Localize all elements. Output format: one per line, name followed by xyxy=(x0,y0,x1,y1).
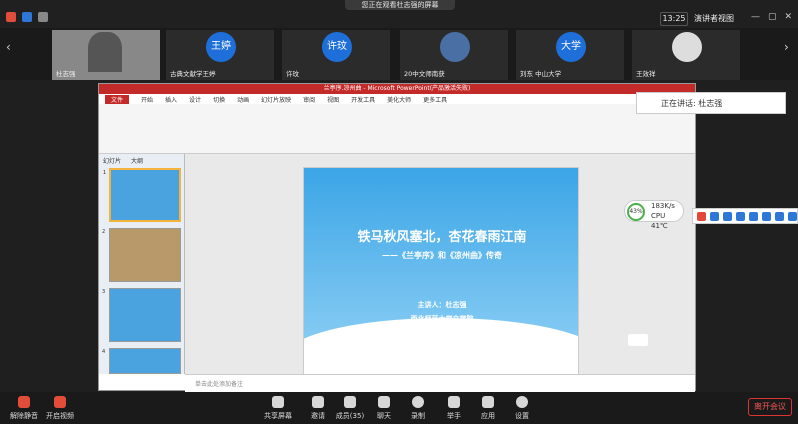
settings-button[interactable]: 设置 xyxy=(500,396,544,421)
menu-slideshow[interactable]: 幻灯片放映 xyxy=(261,95,291,104)
participant-tile[interactable]: 王效祥 xyxy=(632,30,740,80)
slide-canvas: 铁马秋风塞北，杏花春雨江南 ——《兰亭序》和《凉州曲》传奇 主讲人：杜志强 西北… xyxy=(185,154,695,375)
mic-icon[interactable] xyxy=(749,211,758,221)
ppt-title-bar: 兰亭序.凉州曲 - Microsoft PowerPoint(产品激活失败) xyxy=(99,84,695,94)
camera-off-icon xyxy=(54,396,66,408)
slide-thumb[interactable]: 2 xyxy=(102,228,181,282)
cpu-percent: 43% xyxy=(627,203,645,221)
avatar: 王婷 xyxy=(206,32,236,62)
alert-icon[interactable] xyxy=(6,12,16,22)
shirt-icon[interactable] xyxy=(775,211,784,221)
menu-transitions[interactable]: 切换 xyxy=(213,95,225,104)
input-method-toolbar xyxy=(692,208,798,224)
close-icon[interactable]: ✕ xyxy=(784,12,792,22)
tab-outline[interactable]: 大纲 xyxy=(131,156,143,165)
participant-name: 杜志强 xyxy=(56,70,76,78)
emoji-icon[interactable] xyxy=(736,211,745,221)
hand-icon xyxy=(448,396,460,408)
participant-tile[interactable]: 20中文师南获 xyxy=(400,30,508,80)
sogou-icon[interactable] xyxy=(697,211,706,221)
video-button[interactable]: 开启视频 xyxy=(38,396,82,421)
members-icon xyxy=(344,396,356,408)
shared-powerpoint-window: 兰亭序.凉州曲 - Microsoft PowerPoint(产品激活失败) 文… xyxy=(98,83,696,392)
invite-icon xyxy=(312,396,324,408)
slide-title: 铁马秋风塞北，杏花春雨江南 xyxy=(357,230,527,245)
slide-thumb[interactable]: 4 xyxy=(102,348,181,374)
grid-icon[interactable] xyxy=(788,211,797,221)
avatar xyxy=(440,32,470,62)
slide-thumbnail-pane: 幻灯片 大纲 1 2 3 4 xyxy=(99,154,185,374)
menu-home[interactable]: 开始 xyxy=(141,95,153,104)
avatar: 大学 xyxy=(556,32,586,62)
cpu-monitor-widget[interactable]: 43% 183K/s CPU 41℃ xyxy=(624,200,684,230)
slide-affiliation: 西北师范大学文学院 xyxy=(410,314,474,323)
menu-view[interactable]: 视图 xyxy=(327,95,339,104)
participant-tile[interactable]: 许玟 许玟 xyxy=(282,30,390,80)
speaking-indicator: 正在讲话: 杜志强 xyxy=(636,92,786,114)
participant-name: 刘东 中山大学 xyxy=(520,70,562,78)
current-slide[interactable]: 铁马秋风塞北，杏花春雨江南 ——《兰亭序》和《凉州曲》传奇 主讲人：杜志强 西北… xyxy=(303,167,579,375)
thumb-tabs: 幻灯片 大纲 xyxy=(103,156,143,165)
ppt-ribbon xyxy=(99,104,695,154)
meeting-time: 13:25 xyxy=(660,12,688,26)
notes-pane[interactable]: 单击此处添加备注 xyxy=(185,374,695,392)
cpu-temp: CPU 41℃ xyxy=(651,212,668,230)
slide-speaker: 主讲人：杜志强 xyxy=(417,300,467,309)
slide-thumb[interactable]: 3 xyxy=(102,288,181,342)
punctuation-icon[interactable] xyxy=(723,211,732,221)
menu-animations[interactable]: 动画 xyxy=(237,95,249,104)
menu-beautify[interactable]: 美化大师 xyxy=(387,95,411,104)
leave-meeting-button[interactable]: 离开会议 xyxy=(748,398,792,416)
share-screen-icon xyxy=(272,396,284,408)
menu-review[interactable]: 审阅 xyxy=(303,95,315,104)
shield-icon[interactable] xyxy=(22,12,32,22)
participant-tile[interactable]: 大学 刘东 中山大学 xyxy=(516,30,624,80)
participant-tile[interactable]: 王婷 古典文献学王婷 xyxy=(166,30,274,80)
menu-more-tools[interactable]: 更多工具 xyxy=(423,95,447,104)
slide-wave xyxy=(304,318,578,374)
share-screen-button[interactable]: 共享屏幕 xyxy=(256,396,300,421)
avatar xyxy=(672,32,702,62)
restore-icon[interactable]: ▢ xyxy=(768,12,777,22)
font-icon[interactable] xyxy=(710,211,719,221)
participant-name: 许玟 xyxy=(286,70,299,78)
gear-icon xyxy=(516,396,528,408)
skin-icon[interactable] xyxy=(762,211,771,221)
participant-tile[interactable]: 杜志强 xyxy=(52,30,160,80)
tab-slides[interactable]: 幻灯片 xyxy=(103,156,121,165)
mic-muted-icon xyxy=(18,396,30,408)
menu-insert[interactable]: 插入 xyxy=(165,95,177,104)
ppt-menu-bar: 文件 开始 插入 设计 切换 动画 幻灯片放映 审阅 视图 开发工具 美化大师 … xyxy=(99,94,695,104)
signal-icon[interactable] xyxy=(38,12,48,22)
net-speed: 183K/s xyxy=(651,202,675,210)
chat-icon xyxy=(378,396,390,408)
participant-name: 20中文师南获 xyxy=(404,70,445,78)
meeting-controls: 解除静音 开启视频 共享屏幕 邀请 成员(35) 聊天 录制 举手 应用 设置 … xyxy=(0,392,798,424)
window-controls: — ▢ ✕ xyxy=(751,12,792,22)
participant-name: 王效祥 xyxy=(636,70,656,78)
top-bar: 您正在观看杜志强的屏幕 13:25 演讲者视图 — ▢ ✕ xyxy=(0,0,798,28)
screen-share-status-icon[interactable] xyxy=(628,334,648,346)
menu-design[interactable]: 设计 xyxy=(189,95,201,104)
apps-icon xyxy=(482,396,494,408)
next-page-icon[interactable]: › xyxy=(784,40,789,54)
prev-page-icon[interactable]: ‹ xyxy=(6,40,11,54)
menu-file[interactable]: 文件 xyxy=(105,94,130,104)
top-status-icons xyxy=(6,12,48,22)
video-feed xyxy=(88,32,122,72)
avatar: 许玟 xyxy=(322,32,352,62)
slide-thumb[interactable]: 1 xyxy=(103,168,181,222)
minimize-icon[interactable]: — xyxy=(751,12,760,22)
record-icon xyxy=(412,396,424,408)
participant-name: 古典文献学王婷 xyxy=(170,70,216,78)
viewing-banner: 您正在观看杜志强的屏幕 xyxy=(345,0,455,10)
slide-subtitle: ——《兰亭序》和《凉州曲》传奇 xyxy=(382,250,502,260)
menu-developer[interactable]: 开发工具 xyxy=(351,95,375,104)
participant-strip: ‹ 杜志强 王婷 古典文献学王婷 许玟 许玟 20中文师南获 大学 刘东 中山大… xyxy=(0,28,798,80)
